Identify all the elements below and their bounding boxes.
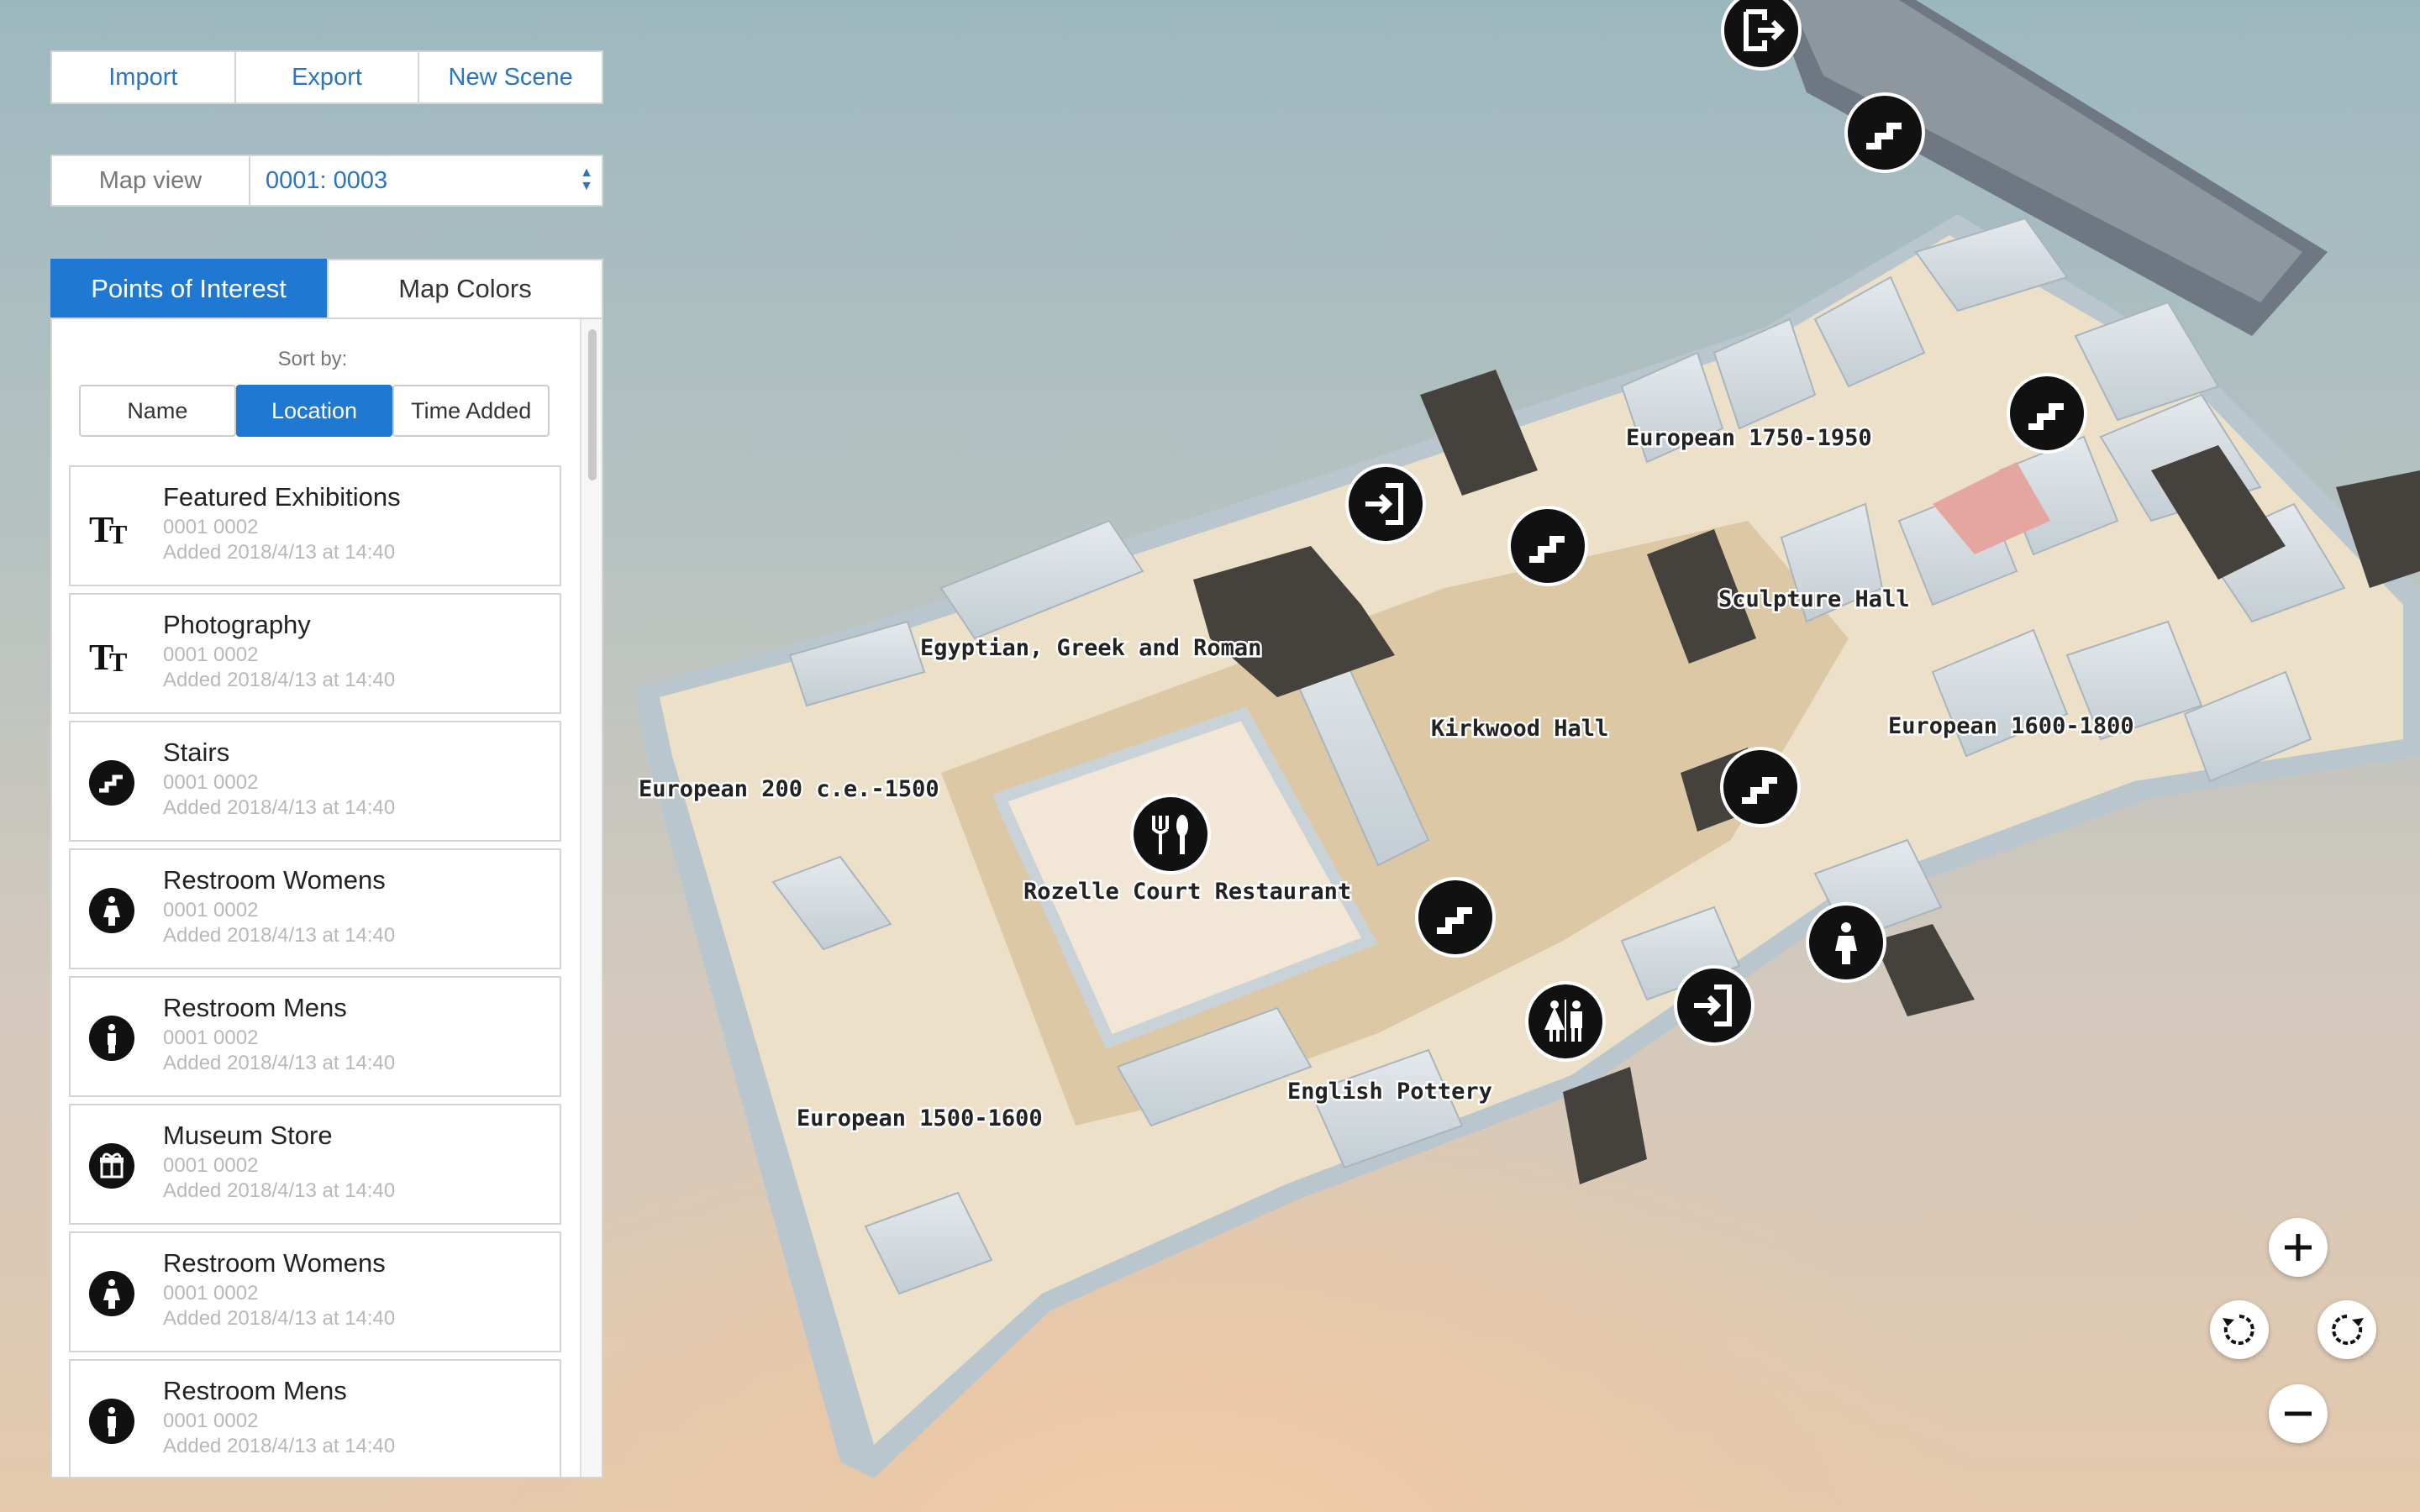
stairs-icon	[89, 760, 134, 806]
map-view-control: Map view 0001: 0003 ▲ ▼	[50, 155, 603, 207]
restroom-icon	[89, 1399, 134, 1444]
restroom-marker[interactable]	[1525, 981, 1606, 1062]
poi-added: Added 2018/4/13 at 14:40	[163, 1307, 396, 1330]
list-item[interactable]: Stairs 0001 0002 Added 2018/4/13 at 14:4…	[69, 721, 561, 842]
poi-added: Added 2018/4/13 at 14:40	[163, 796, 396, 819]
zoom-out-button[interactable]	[2269, 1384, 2328, 1443]
plus-icon	[2285, 1234, 2312, 1261]
poi-title: Museum Store	[163, 1121, 333, 1150]
label-european-200: European 200 c.e.-1500	[639, 776, 939, 802]
entrance-marker[interactable]	[1674, 965, 1754, 1046]
list-item[interactable]: Restroom Mens 0001 0002 Added 2018/4/13 …	[69, 1359, 561, 1477]
label-european-1600: European 1600-1800	[1888, 713, 2134, 739]
label-european-1750: European 1750-1950	[1626, 425, 1872, 451]
label-rozelle: Rozelle Court Restaurant	[1023, 879, 1351, 905]
list-item[interactable]: Restroom Mens 0001 0002 Added 2018/4/13 …	[69, 976, 561, 1097]
toolbar: Import Export New Scene	[50, 50, 603, 104]
poi-added: Added 2018/4/13 at 14:40	[163, 1435, 396, 1457]
poi-location: 0001 0002	[163, 1154, 259, 1177]
sort-time-added-button[interactable]: Time Added	[392, 385, 550, 437]
restaurant-marker[interactable]	[1130, 794, 1211, 874]
label-european-1500: European 1500-1600	[797, 1105, 1043, 1131]
poi-location: 0001 0002	[163, 771, 259, 794]
poi-location: 0001 0002	[163, 899, 259, 921]
sort-label: Sort by:	[277, 348, 348, 370]
poi-title: Restroom Mens	[163, 993, 347, 1022]
label-english-pottery: English Pottery	[1287, 1079, 1492, 1105]
entrance-marker[interactable]	[1345, 464, 1426, 544]
map-view-label: Map view	[52, 156, 250, 205]
text-icon: T T	[89, 509, 127, 550]
zoom-in-button[interactable]	[2269, 1218, 2328, 1277]
stairs-marker[interactable]	[2007, 373, 2087, 454]
tab-map-colors[interactable]: Map Colors	[327, 259, 603, 319]
poi-title: Restroom Womens	[163, 1248, 386, 1278]
stairs-marker[interactable]	[1507, 506, 1588, 586]
list-item[interactable]: T T Photography 0001 0002 Added 2018/4/1…	[69, 593, 561, 714]
restroom-icon	[89, 888, 134, 933]
poi-added: Added 2018/4/13 at 14:40	[163, 924, 396, 947]
rotate-right-icon	[2332, 1315, 2364, 1345]
poi-added: Added 2018/4/13 at 14:40	[163, 1052, 396, 1074]
label-egyptian: Egyptian, Greek and Roman	[920, 635, 1261, 661]
poi-added: Added 2018/4/13 at 14:40	[163, 669, 396, 691]
select-arrows-icon: ▲ ▼	[580, 165, 593, 193]
exit-marker[interactable]	[1721, 0, 1802, 71]
poi-location: 0001 0002	[163, 1282, 259, 1305]
scrollbar-thumb[interactable]	[588, 329, 597, 480]
restroom-icon	[89, 1016, 134, 1061]
rotate-left-icon	[2223, 1315, 2254, 1345]
poi-title: Restroom Womens	[163, 865, 386, 895]
poi-panel: Sort by: Name Location Time Added T T Fe…	[50, 318, 603, 1478]
export-button[interactable]: Export	[236, 52, 420, 102]
map-view-select[interactable]: 0001: 0003 ▲ ▼	[250, 156, 602, 205]
list-item[interactable]: Museum Store 0001 0002 Added 2018/4/13 a…	[69, 1104, 561, 1225]
sort-options: Name Location Time Added	[79, 385, 550, 437]
label-sculpture-hall: Sculpture Hall	[1718, 586, 1910, 612]
rotate-left-button[interactable]	[2210, 1300, 2269, 1359]
list-item[interactable]: T T Featured Exhibitions 0001 0002 Added…	[69, 465, 561, 586]
poi-title: Featured Exhibitions	[163, 482, 401, 512]
info-marker[interactable]	[1806, 902, 1886, 983]
tab-points-of-interest[interactable]: Points of Interest	[50, 259, 327, 319]
poi-location: 0001 0002	[163, 643, 259, 666]
label-kirkwood: Kirkwood Hall	[1431, 716, 1608, 742]
stairs-marker[interactable]	[1844, 92, 1925, 173]
svg-text:T: T	[109, 519, 127, 549]
text-icon: T T	[89, 637, 127, 678]
list-item[interactable]: Restroom Womens 0001 0002 Added 2018/4/1…	[69, 848, 561, 969]
panel-tabs: Points of Interest Map Colors	[50, 259, 603, 319]
stairs-marker[interactable]	[1720, 747, 1801, 827]
scrollbar-track[interactable]	[580, 319, 602, 1477]
poi-added: Added 2018/4/13 at 14:40	[163, 541, 396, 564]
poi-title: Photography	[163, 610, 311, 639]
sort-name-button[interactable]: Name	[79, 385, 236, 437]
stairs-marker[interactable]	[1415, 877, 1496, 958]
list-item[interactable]: Restroom Womens 0001 0002 Added 2018/4/1…	[69, 1231, 561, 1352]
minus-icon	[2285, 1411, 2312, 1416]
poi-title: Stairs	[163, 738, 230, 767]
poi-added: Added 2018/4/13 at 14:40	[163, 1179, 396, 1202]
poi-title: Restroom Mens	[163, 1376, 347, 1405]
poi-location: 0001 0002	[163, 1026, 259, 1049]
svg-text:T: T	[109, 647, 127, 677]
restroom-icon	[89, 1271, 134, 1316]
sort-location-button[interactable]: Location	[235, 385, 393, 437]
poi-location: 0001 0002	[163, 516, 259, 538]
map-view-value: 0001: 0003	[266, 166, 388, 194]
rotate-right-button[interactable]	[2317, 1300, 2376, 1359]
import-button[interactable]: Import	[52, 52, 236, 102]
poi-location: 0001 0002	[163, 1410, 259, 1432]
new-scene-button[interactable]: New Scene	[419, 52, 602, 102]
gift-icon	[89, 1143, 134, 1189]
